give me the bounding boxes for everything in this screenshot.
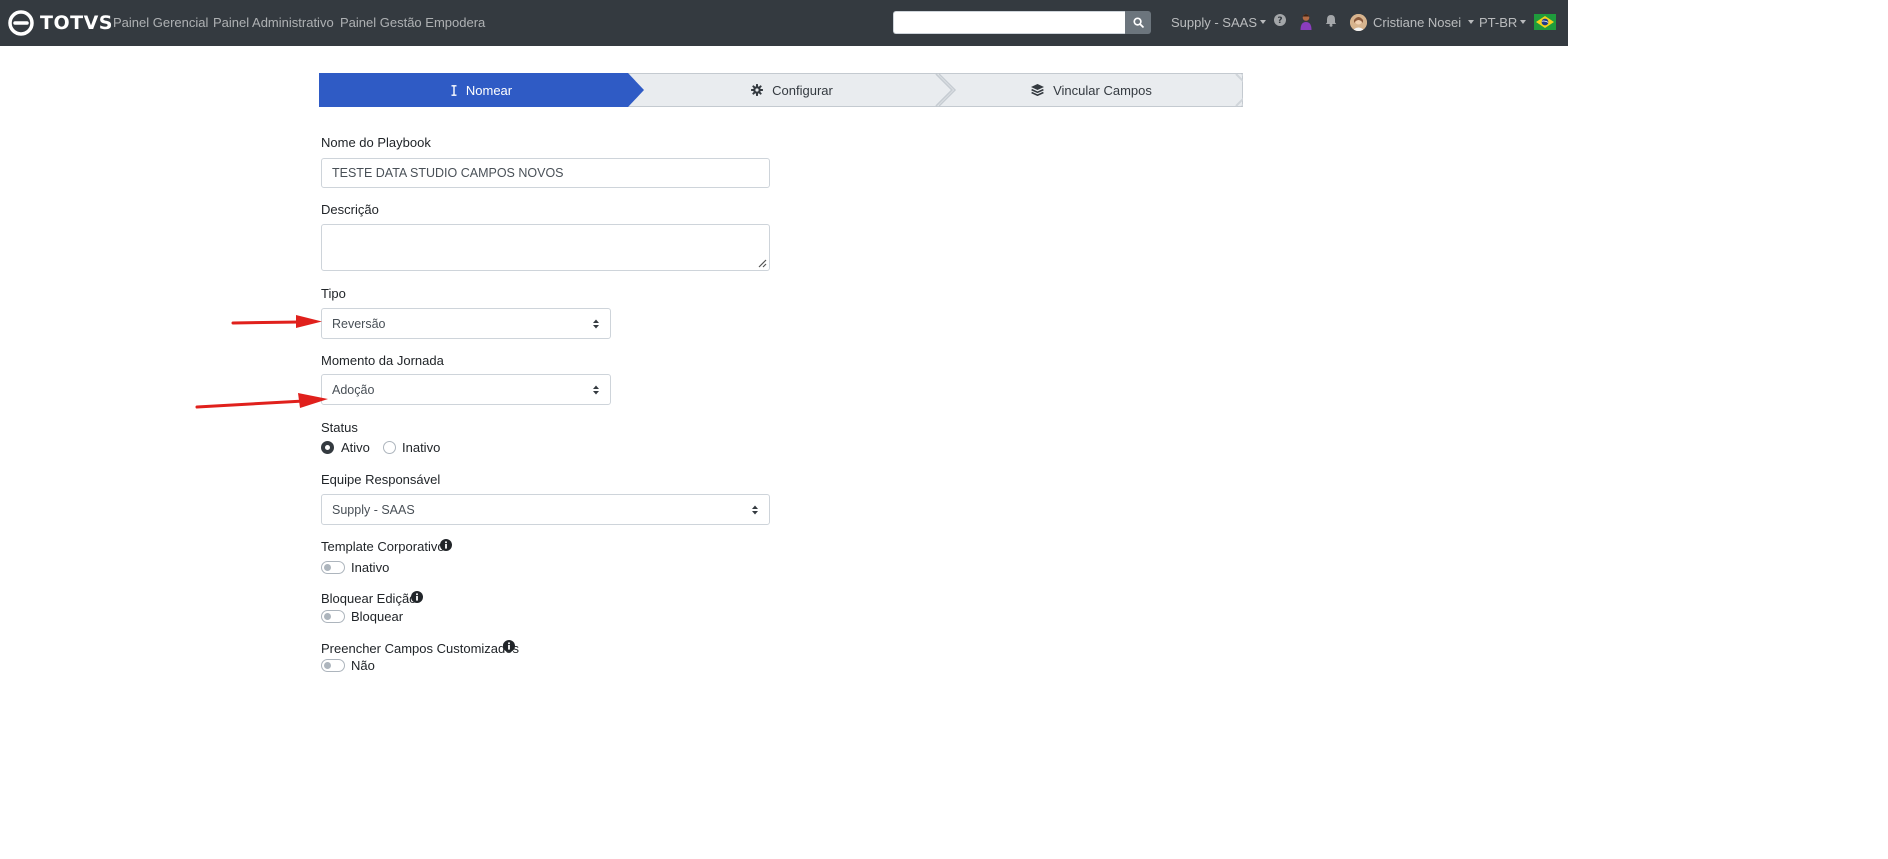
notifications-button[interactable]: [1325, 14, 1337, 27]
step-configurar-label: Configurar: [772, 82, 833, 98]
info-icon[interactable]: [503, 640, 515, 652]
bloquear-toggle[interactable]: [321, 610, 345, 623]
arrow-to-tipo: [231, 315, 322, 328]
status-radio-ativo[interactable]: [321, 441, 334, 454]
wizard-stepper: Nomear Configurar Vincular Campos: [319, 73, 1243, 107]
status-radio-inativo-label[interactable]: Inativo: [402, 440, 440, 455]
nav-link-painel-gerencial[interactable]: Painel Gerencial: [113, 15, 208, 30]
search-input[interactable]: [893, 11, 1126, 34]
person-icon: [1300, 14, 1312, 30]
text-cursor-icon: [451, 84, 457, 96]
momento-select[interactable]: Adoção: [321, 374, 611, 405]
bell-icon: [1325, 15, 1337, 27]
help-button[interactable]: ?: [1274, 14, 1286, 26]
preencher-label: Preencher Campos Customizados: [321, 641, 519, 656]
equipe-selected-value: Supply - SAAS: [332, 502, 415, 517]
select-arrows-icon: [752, 505, 758, 515]
equipe-select[interactable]: Supply - SAAS: [321, 494, 770, 525]
language-label: PT-BR: [1479, 15, 1518, 30]
step-configurar[interactable]: Configurar: [644, 73, 940, 107]
language-dropdown[interactable]: PT-BR: [1479, 15, 1527, 30]
description-field[interactable]: [321, 224, 770, 271]
chevron-down-icon: [1520, 20, 1527, 25]
avatar[interactable]: [1350, 14, 1367, 31]
user-avatar-icon: [1350, 14, 1367, 31]
search-icon: [1132, 17, 1144, 28]
brazil-flag-icon[interactable]: [1534, 14, 1556, 30]
svg-text:?: ?: [1277, 16, 1282, 26]
brand-name: TOTVS: [40, 12, 113, 34]
momento-selected-value: Adoção: [332, 382, 375, 397]
select-arrows-icon: [593, 385, 599, 395]
top-navbar: TOTVS Painel Gerencial Painel Administra…: [0, 0, 1568, 46]
chevron-down-icon: [1260, 20, 1266, 25]
search-button[interactable]: [1125, 11, 1151, 34]
bloquear-label: Bloquear Edição: [321, 591, 417, 606]
chevron-down-icon: [1468, 20, 1475, 25]
step-nomear-label: Nomear: [465, 82, 513, 98]
template-toggle-label: Inativo: [351, 560, 390, 575]
status-radio-ativo-label[interactable]: Ativo: [341, 440, 370, 455]
person-button[interactable]: [1299, 13, 1313, 31]
tipo-select[interactable]: Reversão: [321, 308, 611, 339]
preencher-toggle[interactable]: [321, 659, 345, 672]
arrow-to-momento: [195, 393, 328, 409]
team-dropdown-label: Supply - SAAS: [1171, 15, 1257, 30]
help-icon: ?: [1274, 14, 1286, 26]
nav-link-painel-administrativo[interactable]: Painel Administrativo: [213, 15, 334, 30]
user-menu[interactable]: Cristiane Nosei: [1373, 15, 1475, 30]
layers-icon: [1031, 84, 1045, 96]
nav-link-painel-gestao-empodera[interactable]: Painel Gestão Empodera: [340, 15, 485, 30]
template-label: Template Corporativo: [321, 539, 445, 554]
tipo-label: Tipo: [321, 286, 346, 301]
totvs-logo[interactable]: TOTVS: [8, 9, 113, 37]
select-arrows-icon: [593, 319, 599, 329]
tipo-selected-value: Reversão: [332, 316, 386, 331]
description-label: Descrição: [321, 202, 379, 217]
step-vincular-campos[interactable]: Vincular Campos: [940, 73, 1243, 107]
playbook-name-label: Nome do Playbook: [321, 135, 431, 150]
equipe-label: Equipe Responsável: [321, 472, 441, 487]
totvs-logo-icon: [8, 10, 34, 36]
template-toggle[interactable]: [321, 561, 345, 574]
info-icon[interactable]: [411, 591, 423, 603]
momento-label: Momento da Jornada: [321, 353, 444, 368]
user-name: Cristiane Nosei: [1373, 15, 1462, 30]
bloquear-toggle-label: Bloquear: [351, 609, 404, 624]
info-icon[interactable]: [440, 539, 452, 551]
preencher-toggle-label: Não: [351, 658, 375, 673]
step-nomear[interactable]: Nomear: [319, 73, 644, 107]
step-vincular-campos-label: Vincular Campos: [1053, 82, 1152, 98]
team-dropdown[interactable]: Supply - SAAS: [1171, 15, 1266, 30]
status-label: Status: [321, 420, 358, 435]
resize-handle-icon[interactable]: [757, 258, 767, 268]
playbook-name-field[interactable]: [321, 158, 770, 188]
status-radio-inativo[interactable]: [383, 441, 396, 454]
gear-icon: [751, 84, 764, 96]
